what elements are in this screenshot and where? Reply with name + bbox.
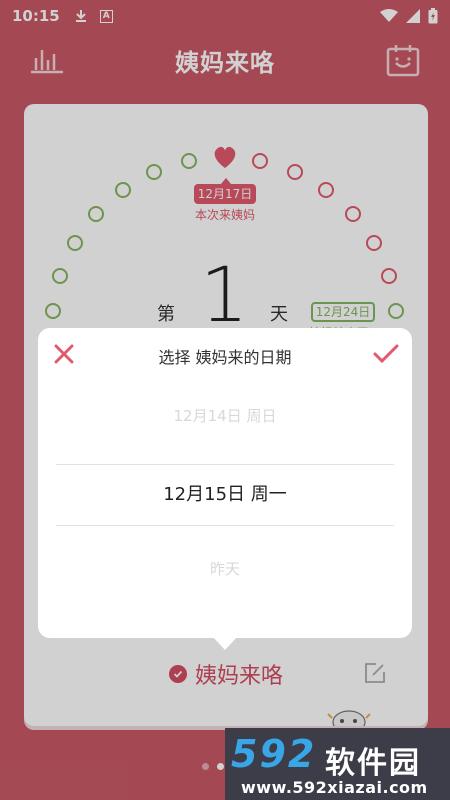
picker-divider-top bbox=[56, 464, 394, 465]
date-picker-dialog: 选择 姨妈来的日期 12月14日 周日 12月15日 周一 昨天 bbox=[38, 328, 412, 638]
confirm-check-icon[interactable] bbox=[372, 342, 400, 366]
picker-option-selected[interactable]: 12月15日 周一 bbox=[38, 480, 412, 506]
watermark-brand: 592 bbox=[231, 732, 317, 776]
watermark-banner: 592 软件园 www.592xiazai.com bbox=[225, 728, 450, 800]
picker-divider-bottom bbox=[56, 525, 394, 526]
dialog-title: 选择 姨妈来的日期 bbox=[158, 348, 292, 367]
watermark-brand-cn: 软件园 bbox=[325, 746, 421, 781]
picker-option-next[interactable]: 昨天 bbox=[38, 558, 412, 579]
watermark-url: www.592xiazai.com bbox=[241, 778, 428, 797]
dialog-pointer bbox=[212, 636, 238, 650]
picker-option-previous[interactable]: 12月14日 周日 bbox=[38, 405, 412, 426]
